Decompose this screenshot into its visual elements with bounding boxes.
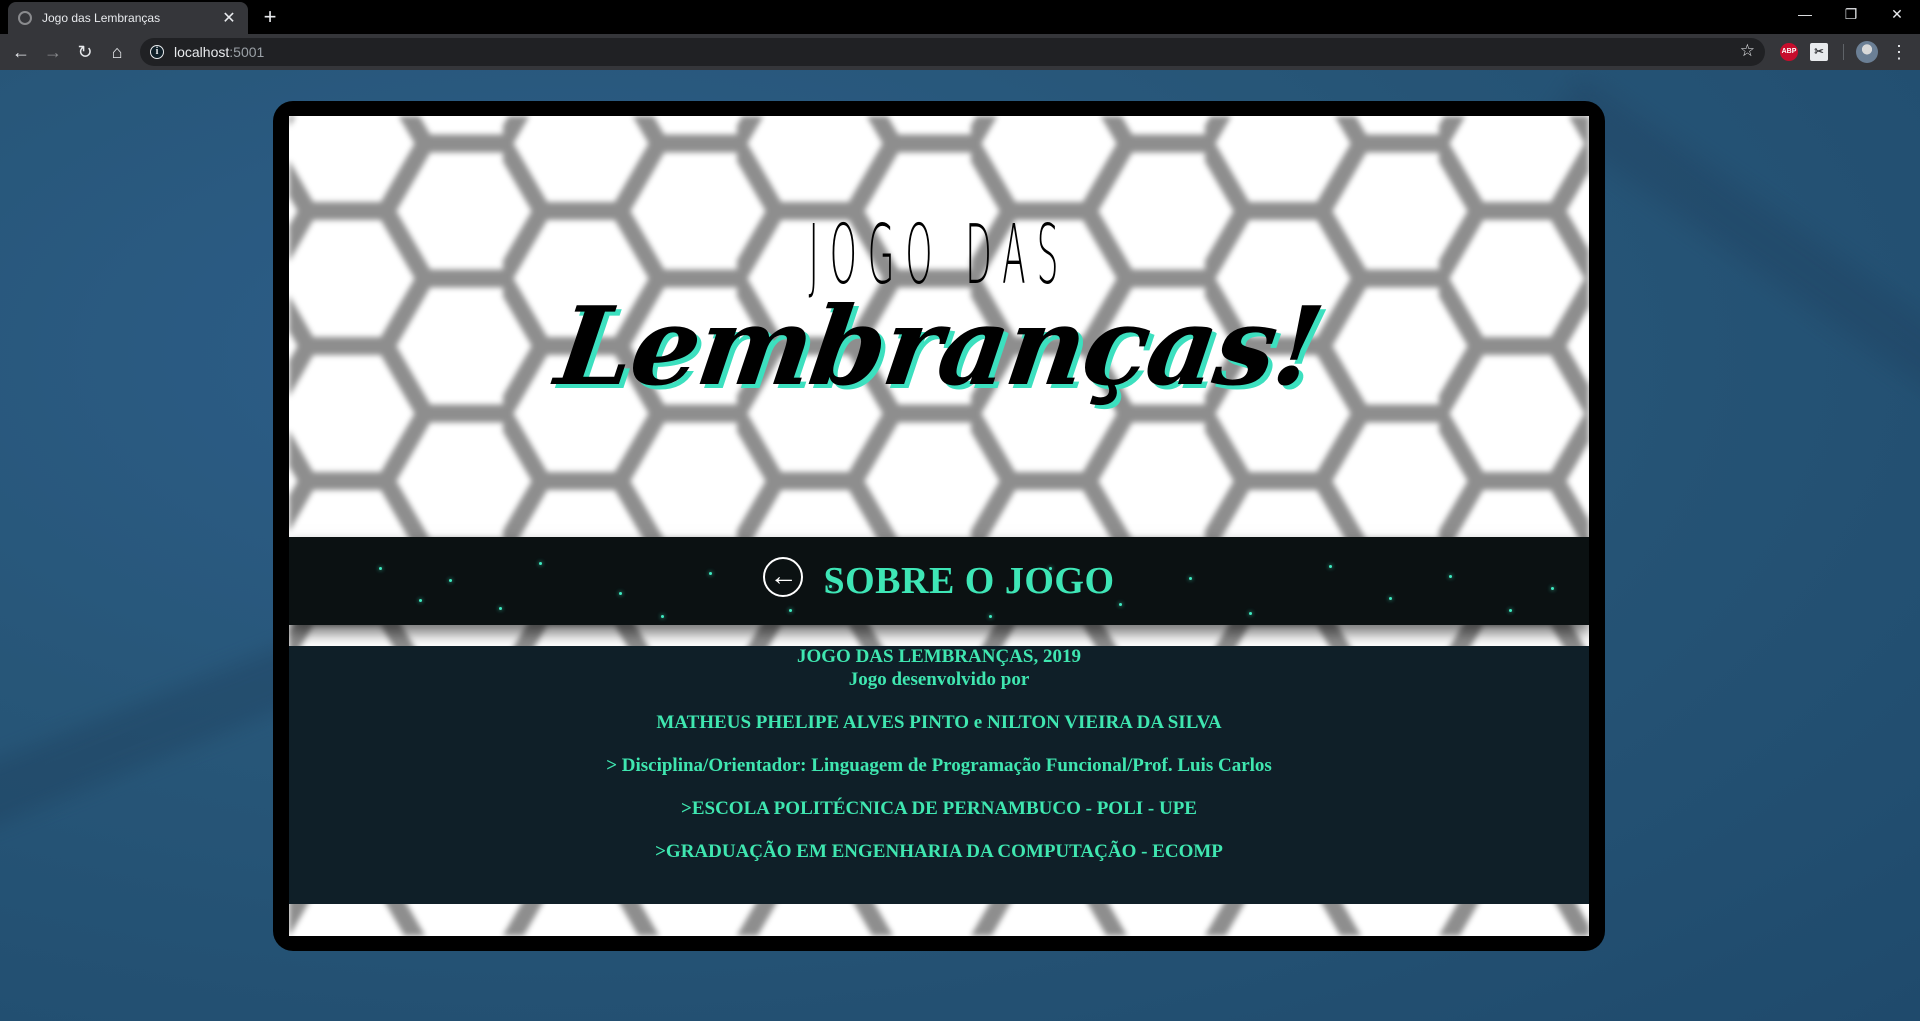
credits-degree: >GRADUAÇÃO EM ENGENHARIA DA COMPUTAÇÃO -… xyxy=(655,841,1223,862)
site-info-icon[interactable]: i xyxy=(150,45,164,59)
credits-panel: JOGO DAS LEMBRANÇAS, 2019 Jogo desenvolv… xyxy=(289,646,1589,904)
globe-icon xyxy=(18,11,32,25)
address-bar[interactable]: i localhost:5001 ☆ xyxy=(140,38,1765,66)
logo-main-text: Lembranças! xyxy=(549,284,1329,410)
browser-menu-icon[interactable]: ⋮ xyxy=(1890,40,1908,64)
browser-tab[interactable]: Jogo das Lembranças ✕ xyxy=(8,2,248,34)
tab-close-icon[interactable]: ✕ xyxy=(220,8,238,28)
section-title: SOBRE O JOGO xyxy=(823,560,1115,602)
credits-year: JOGO DAS LEMBRANÇAS, 2019 xyxy=(797,646,1081,667)
credits-school: >ESCOLA POLITÉCNICA DE PERNAMBUCO - POLI… xyxy=(681,798,1197,819)
profile-avatar[interactable] xyxy=(1856,41,1878,63)
section-banner: ← SOBRE O JOGO xyxy=(289,537,1589,625)
browser-toolbar: ← → ↻ ⌂ i localhost:5001 ☆ ABP ✂ ⋮ xyxy=(0,34,1920,70)
back-arrow-icon[interactable]: ← xyxy=(9,40,33,64)
page-viewport: JOGO DAS Lembranças! ← SOBRE O JOGO JOGO… xyxy=(0,70,1920,1021)
screenshot-extension-icon[interactable]: ✂ xyxy=(1810,43,1828,61)
game-screen: JOGO DAS Lembranças! ← SOBRE O JOGO JOGO… xyxy=(289,116,1589,936)
window-close-button[interactable]: ✕ xyxy=(1874,0,1920,30)
browser-tab-strip: Jogo das Lembranças ✕ + — ❐ ✕ xyxy=(0,0,1920,34)
game-frame: JOGO DAS Lembranças! ← SOBRE O JOGO JOGO… xyxy=(273,101,1605,951)
bookmark-star-icon[interactable]: ☆ xyxy=(1740,41,1755,61)
tab-title: Jogo das Lembranças xyxy=(42,11,161,25)
restore-button[interactable]: ❐ xyxy=(1828,0,1874,30)
home-icon[interactable]: ⌂ xyxy=(105,40,129,64)
credits-course: > Disciplina/Orientador: Linguagem de Pr… xyxy=(606,755,1272,776)
new-tab-button[interactable]: + xyxy=(258,4,282,30)
toolbar-divider xyxy=(1843,44,1844,60)
credits-authors: MATHEUS PHELIPE ALVES PINTO e NILTON VIE… xyxy=(656,712,1222,733)
url-text: localhost:5001 xyxy=(174,44,265,60)
minimize-button[interactable]: — xyxy=(1782,0,1828,30)
adblock-extension-icon[interactable]: ABP xyxy=(1780,43,1798,61)
back-arrow-icon[interactable]: ← xyxy=(763,557,804,597)
banner-content: ← SOBRE O JOGO xyxy=(289,537,1589,625)
forward-arrow-icon[interactable]: → xyxy=(41,40,65,64)
reload-icon[interactable]: ↻ xyxy=(73,40,97,64)
credits-subtitle: Jogo desenvolvido por xyxy=(848,669,1030,690)
